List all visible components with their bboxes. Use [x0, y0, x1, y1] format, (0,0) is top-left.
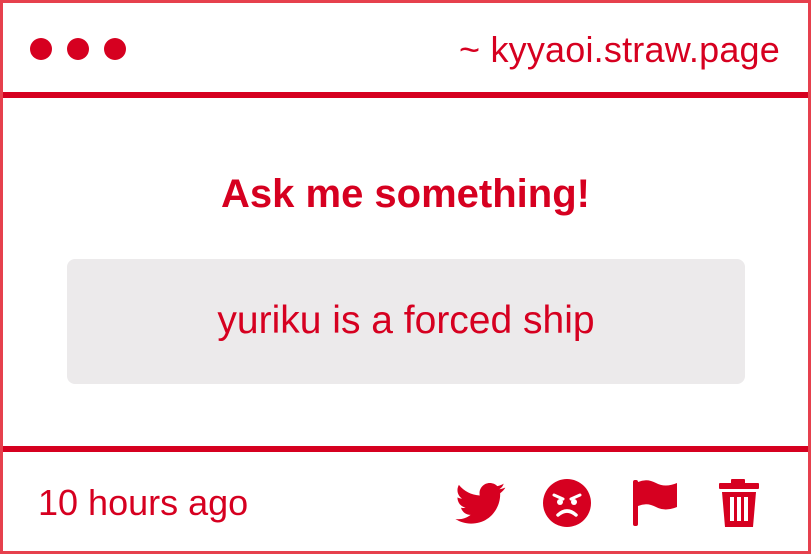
card-footer: 10 hours ago [3, 452, 808, 551]
window-dot [30, 38, 52, 60]
main-content: Ask me something! yuriku is a forced shi… [3, 98, 808, 446]
page-url: ~ kyyaoi.straw.page [459, 29, 780, 70]
window-dot [104, 38, 126, 60]
trash-icon [713, 478, 765, 528]
twitter-share-button[interactable] [455, 478, 507, 528]
question-text: yuriku is a forced ship [217, 299, 595, 342]
window-titlebar: ~ kyyaoi.straw.page [3, 3, 808, 98]
window-dots [30, 38, 126, 60]
angry-face-icon [541, 478, 593, 528]
ask-card: ~ kyyaoi.straw.page Ask me something! yu… [3, 3, 808, 551]
twitter-icon [455, 478, 507, 528]
page-title: Ask me something! [221, 172, 590, 216]
report-button[interactable] [629, 478, 681, 528]
timestamp: 10 hours ago [38, 482, 249, 523]
angry-reaction-button[interactable] [541, 478, 593, 528]
window-dot [67, 38, 89, 60]
delete-button[interactable] [713, 478, 765, 528]
flag-icon [629, 478, 681, 528]
question-box: yuriku is a forced ship [67, 259, 745, 384]
